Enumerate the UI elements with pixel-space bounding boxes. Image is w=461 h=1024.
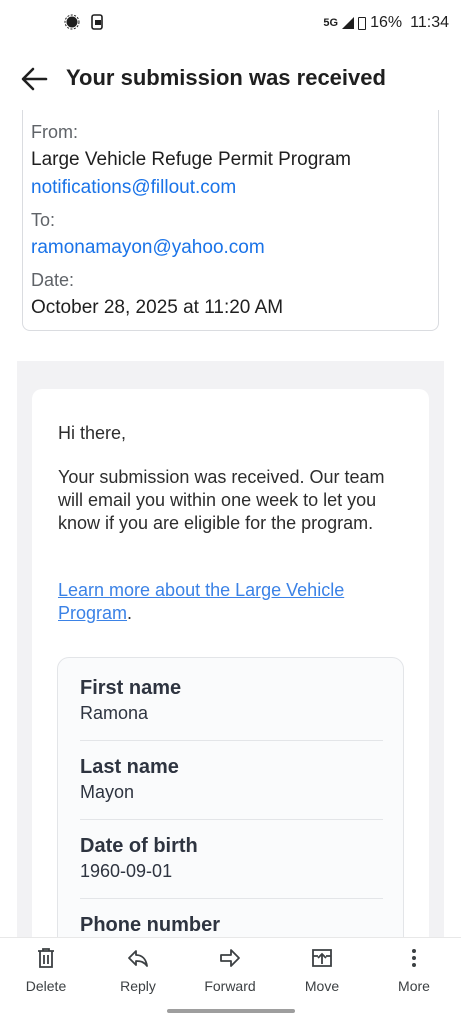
field-divider <box>80 898 383 899</box>
home-indicator[interactable] <box>167 1009 295 1013</box>
field-first-name: First name Ramona <box>80 676 383 724</box>
field-value: 1960-09-01 <box>80 861 173 881</box>
sender-name: Large Vehicle Refuge Permit Program <box>31 149 351 170</box>
status-left-icons <box>64 14 104 30</box>
battery-icon <box>358 16 367 30</box>
email-greeting: Hi there, <box>58 423 127 443</box>
move-button[interactable]: Move <box>276 938 368 1008</box>
email-link-paragraph: Learn more about the Large Vehicle Progr… <box>58 579 403 625</box>
message-details-card: From: Large Vehicle Refuge Permit Progra… <box>22 110 439 331</box>
field-label: First name <box>80 677 182 699</box>
date-label: Date: <box>31 270 75 290</box>
delete-button[interactable]: Delete <box>0 938 92 1008</box>
email-body-text: Your submission was received. Our team w… <box>58 467 385 533</box>
field-date-of-birth: Date of birth 1960-09-01 <box>80 834 383 882</box>
move-icon <box>312 949 332 967</box>
from-label: From: <box>31 122 78 142</box>
delete-label: Delete <box>25 978 67 994</box>
field-label: Date of birth <box>80 835 198 857</box>
field-label: Phone number <box>80 914 221 936</box>
learn-more-link[interactable]: Learn more about the Large Vehicle Progr… <box>58 580 344 623</box>
field-label: Last name <box>80 756 179 778</box>
more-vertical-icon <box>412 949 416 967</box>
link-suffix: . <box>127 603 133 623</box>
reply-icon <box>128 950 148 967</box>
reply-button[interactable]: Reply <box>92 938 184 1008</box>
to-label: To: <box>31 210 56 230</box>
clock-time: 11:34 <box>410 14 449 31</box>
more-label: More <box>398 978 430 994</box>
field-phone-number: Phone number <box>80 913 383 939</box>
network-type: 5G <box>323 17 339 29</box>
field-last-name: Last name Mayon <box>80 755 383 803</box>
trash-icon <box>38 948 54 968</box>
forward-icon <box>220 949 240 967</box>
app-header: Your submission was received <box>0 50 461 108</box>
status-bar: 5G 16% 11:34 <box>0 0 461 50</box>
status-right: 5G 16% 11:34 <box>323 14 449 32</box>
notification-icon <box>64 14 80 30</box>
arrow-left-icon[interactable] <box>20 66 48 92</box>
move-label: Move <box>304 978 340 994</box>
field-divider <box>80 819 383 820</box>
reply-label: Reply <box>120 978 156 994</box>
signal-icon <box>342 17 355 29</box>
field-value: Mayon <box>80 782 135 802</box>
page-title: Your submission was received <box>66 65 386 90</box>
date-value: October 28, 2025 at 11:20 AM <box>31 297 284 318</box>
recipient-email-link[interactable]: ramonamayon@yahoo.com <box>31 234 438 262</box>
sender-email-link[interactable]: notifications@fillout.com <box>31 174 438 202</box>
device-icon <box>91 14 103 30</box>
field-divider <box>80 740 383 741</box>
field-value: Ramona <box>80 703 149 723</box>
forward-label: Forward <box>204 978 256 994</box>
more-button[interactable]: More <box>368 938 460 1008</box>
forward-button[interactable]: Forward <box>184 938 276 1008</box>
submission-fields-box: First name Ramona Last name Mayon Date o… <box>57 657 404 957</box>
battery-percent: 16% <box>370 14 403 31</box>
